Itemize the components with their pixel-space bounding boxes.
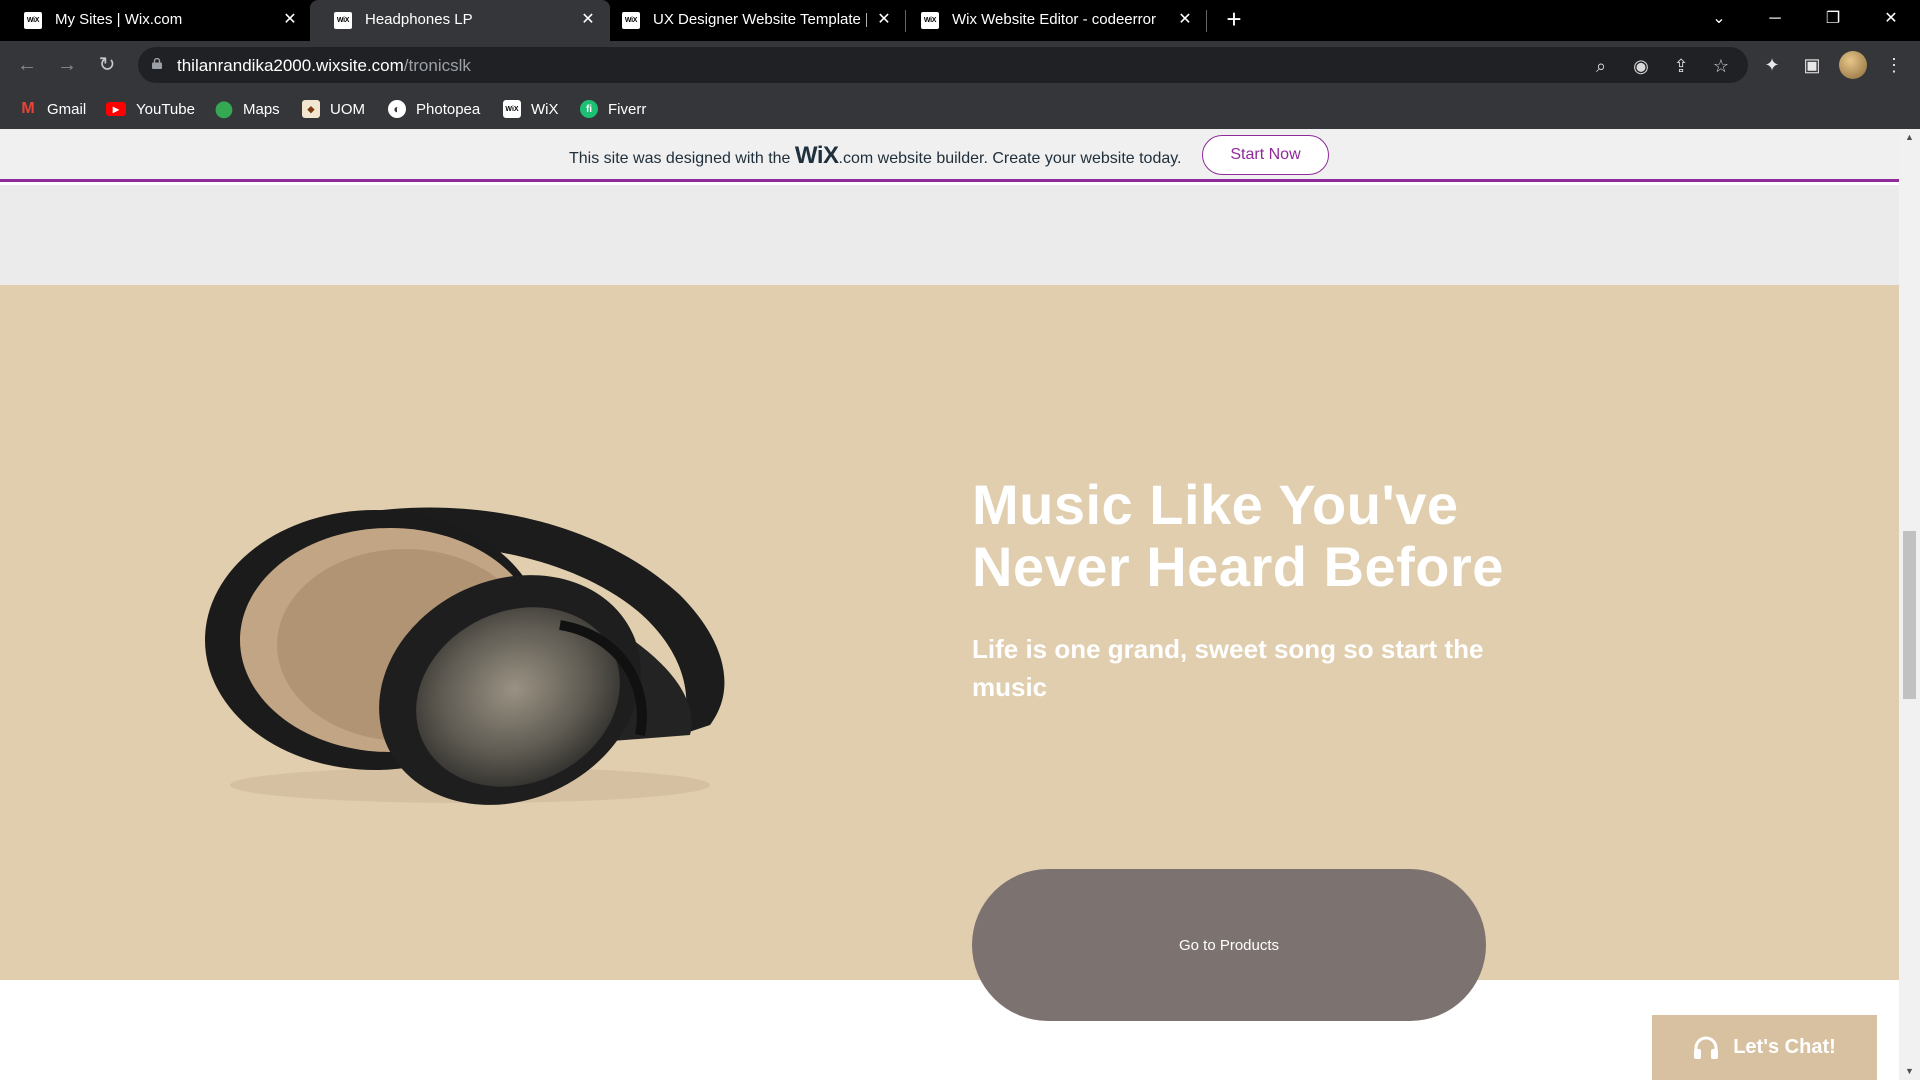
headphones-image: [205, 507, 725, 805]
hero-section: Music Like You've Never Heard Before Lif…: [0, 285, 1899, 1021]
hero-title-line2: Never Heard Before: [972, 535, 1504, 598]
tab-wix-editor[interactable]: WiX Wix Website Editor - codeerror ✕: [897, 0, 1207, 41]
page-scrollbar[interactable]: ▲ ▼: [1899, 129, 1920, 1080]
share-icon[interactable]: ⇪: [1670, 55, 1692, 77]
bookmark-star-icon[interactable]: ☆: [1710, 55, 1732, 77]
lock-icon: [152, 58, 162, 69]
header-strip: [0, 185, 1899, 285]
wix-promo-banner: This site was designed with the WiX.com …: [0, 129, 1899, 182]
tab-ux-designer-template[interactable]: WiX UX Designer Website Template | ✕: [598, 0, 898, 41]
close-icon[interactable]: ✕: [1176, 10, 1194, 30]
reload-icon[interactable]: ↻: [93, 51, 121, 79]
gmail-icon: M: [21, 100, 35, 117]
tab-my-sites[interactable]: WiX My Sites | Wix.com ✕: [0, 0, 300, 41]
bookmark-maps[interactable]: ⬤ Maps: [215, 97, 280, 121]
bookmark-label: Maps: [243, 100, 280, 118]
lets-chat-button[interactable]: Let's Chat!: [1652, 1015, 1877, 1080]
side-panel-icon[interactable]: ▣: [1800, 53, 1824, 77]
profile-avatar[interactable]: [1839, 51, 1867, 79]
browser-tab-strip: WiX My Sites | Wix.com ✕ WiX Headphones …: [0, 0, 1920, 41]
close-icon[interactable]: ✕: [579, 10, 597, 30]
tab-separator: [1206, 10, 1207, 32]
maps-icon: ⬤: [215, 101, 233, 118]
tracking-eye-icon[interactable]: ◉: [1630, 55, 1652, 77]
menu-dots-icon[interactable]: ⋮: [1882, 53, 1906, 77]
close-window-icon[interactable]: ✕: [1876, 6, 1906, 32]
url-text: thilanrandika2000.wixsite.com/tronicslk: [177, 56, 471, 76]
forward-arrow-icon[interactable]: →: [53, 51, 81, 79]
banner-suffix: .com website builder. Create your websit…: [838, 150, 1182, 167]
extensions-puzzle-icon[interactable]: ✦: [1760, 53, 1784, 77]
go-to-products-button[interactable]: Go to Products: [972, 869, 1486, 1021]
bookmark-photopea[interactable]: ◐ Photopea: [388, 97, 480, 121]
start-now-button[interactable]: Start Now: [1202, 135, 1329, 175]
wix-favicon-icon: WiX: [921, 12, 939, 29]
bookmark-label: YouTube: [136, 100, 195, 118]
scroll-down-arrow-icon[interactable]: ▼: [1899, 1063, 1920, 1080]
uom-icon: ◆: [302, 100, 320, 118]
close-icon[interactable]: ✕: [875, 10, 893, 30]
bookmark-label: UOM: [330, 100, 365, 118]
headset-icon: [1694, 1036, 1719, 1059]
close-icon[interactable]: ✕: [281, 10, 299, 30]
browser-toolbar: ← → ↻ thilanrandika2000.wixsite.com/tron…: [0, 41, 1920, 89]
wix-icon: WiX: [503, 100, 521, 118]
wix-banner-message: This site was designed with the WiX.com …: [569, 142, 1182, 170]
address-bar[interactable]: thilanrandika2000.wixsite.com/tronicslk …: [138, 47, 1748, 83]
chat-label: Let's Chat!: [1733, 1036, 1836, 1058]
web-page: This site was designed with the WiX.com …: [0, 129, 1899, 1080]
bookmark-gmail[interactable]: M Gmail: [19, 97, 86, 121]
bookmark-wix[interactable]: WiX WiX: [503, 97, 559, 121]
tab-title: Headphones LP: [365, 11, 473, 28]
restore-icon[interactable]: ❐: [1818, 6, 1848, 32]
bookmark-youtube[interactable]: ▶ YouTube: [106, 97, 195, 121]
bookmark-label: Fiverr: [608, 100, 647, 118]
wix-favicon-icon: WiX: [334, 12, 352, 29]
url-path: /tronicslk: [403, 56, 471, 75]
hero-subtitle: Life is one grand, sweet song so start t…: [972, 634, 1484, 702]
minimize-icon[interactable]: ─: [1760, 6, 1790, 32]
tab-headphones-lp[interactable]: WiX Headphones LP ✕: [310, 0, 610, 41]
tab-search-chevron-icon[interactable]: ⌄: [1704, 6, 1734, 32]
tab-title: Wix Website Editor - codeerror: [952, 11, 1156, 28]
scrollbar-thumb[interactable]: [1903, 531, 1916, 699]
hero-title: Music Like You've Never Heard Before: [972, 474, 1532, 598]
wix-favicon-icon: WiX: [24, 12, 42, 29]
new-tab-button[interactable]: +: [1223, 6, 1245, 32]
youtube-icon: ▶: [106, 102, 126, 116]
bookmark-label: WiX: [531, 100, 559, 118]
bookmark-uom[interactable]: ◆ UOM: [302, 97, 365, 121]
banner-prefix: This site was designed with the: [569, 150, 795, 167]
zoom-icon[interactable]: ⌕: [1590, 55, 1612, 77]
photopea-icon: ◐: [388, 100, 406, 118]
bookmarks-bar: M Gmail ▶ YouTube ⬤ Maps ◆ UOM ◐ Photope…: [0, 89, 1920, 129]
tab-title: My Sites | Wix.com: [55, 11, 183, 28]
bookmark-label: Gmail: [47, 100, 87, 118]
wix-favicon-icon: WiX: [622, 12, 640, 29]
bookmark-label: Photopea: [416, 100, 481, 118]
tab-title: UX Designer Website Template |: [653, 11, 867, 28]
hero-title-line1: Music Like You've: [972, 473, 1459, 536]
scroll-up-arrow-icon[interactable]: ▲: [1899, 129, 1920, 146]
url-host: thilanrandika2000.wixsite.com: [177, 56, 404, 75]
fiverr-icon: fi: [580, 100, 598, 118]
wix-logo: WiX: [794, 142, 839, 169]
back-arrow-icon[interactable]: ←: [13, 51, 41, 79]
bookmark-fiverr[interactable]: fi Fiverr: [580, 97, 646, 121]
